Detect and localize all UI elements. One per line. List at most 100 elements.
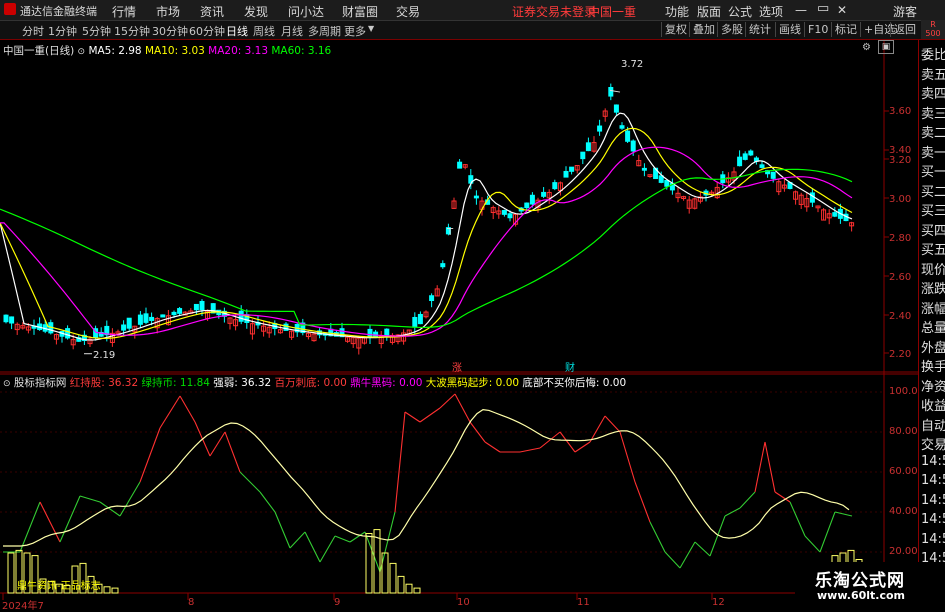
strength-line (709, 515, 726, 557)
period-1min[interactable]: 1分钟 (48, 23, 77, 39)
login-status[interactable]: 证券交易未登录 (512, 3, 596, 20)
period-30min[interactable]: 30分钟 (152, 23, 188, 39)
side-panel-item[interactable]: 净资 (921, 376, 945, 395)
period-multi[interactable]: 多周期 (308, 23, 341, 39)
side-panel-item[interactable]: 14:56 (921, 512, 945, 527)
histogram-bar (373, 529, 381, 594)
x-axis-label: 9 (334, 597, 341, 608)
period-60min[interactable]: 60分钟 (189, 23, 225, 39)
settings-icon[interactable]: ⚙ (862, 42, 871, 53)
guest-label[interactable]: 游客 (893, 3, 917, 20)
strength-line (119, 481, 141, 517)
candle-body (507, 213, 513, 219)
indicator-icon[interactable]: ⊙ (3, 379, 11, 389)
period-more[interactable]: 更多 (344, 23, 366, 39)
side-panel-item[interactable]: 卖二 (921, 122, 945, 141)
period-15min[interactable]: 15分钟 (114, 23, 150, 39)
period-5min[interactable]: 5分钟 (82, 23, 111, 39)
side-panel-item[interactable]: 14:56 (921, 473, 945, 488)
close-icon[interactable]: ✕ (837, 3, 847, 17)
histogram-bar (389, 562, 397, 594)
finance-marker[interactable]: 财 (565, 359, 575, 374)
overlay-button[interactable]: 叠加 (689, 22, 718, 37)
menu-trade[interactable]: 交易 (396, 3, 420, 20)
candle-body (569, 166, 575, 172)
side-panel-item[interactable]: 交易 (921, 434, 945, 453)
side-panel-item[interactable]: 买三 (921, 200, 945, 219)
candle-body (759, 164, 765, 168)
stats-button[interactable]: 统计 (745, 22, 774, 37)
strength-line (454, 393, 471, 423)
indicator-red-hold: 红持股: 36.32 (69, 377, 139, 389)
kline-chart[interactable] (0, 40, 918, 609)
side-panel-item[interactable]: 买四 (921, 220, 945, 239)
mark-button[interactable]: 标记 (831, 22, 860, 37)
side-panel-item[interactable]: 买五 (921, 239, 945, 258)
menu-options[interactable]: 选项 (759, 3, 783, 20)
menu-ask[interactable]: 问小达 (288, 3, 324, 20)
strength-line (739, 491, 756, 509)
indicator-strength: 强弱: 36.32 (213, 377, 272, 389)
histogram-bar (103, 586, 111, 594)
candle-body (412, 316, 418, 328)
indicator-y-tick: 40.00 (889, 506, 918, 517)
period-daily[interactable]: 日线 (226, 23, 248, 39)
side-panel-item[interactable]: 外盘 (921, 337, 945, 356)
side-panel-item[interactable]: 换手 (921, 356, 945, 375)
menu-news[interactable]: 资讯 (200, 3, 224, 20)
candle-body (770, 171, 776, 179)
side-panel-item[interactable]: 自动 (921, 415, 945, 434)
strength-line (99, 501, 121, 517)
side-panel-item[interactable]: 涨跌 (921, 278, 945, 297)
period-monthly[interactable]: 月线 (281, 23, 303, 39)
candle-body (238, 310, 244, 322)
side-panel-item[interactable]: 买二 (921, 181, 945, 200)
side-panel-item[interactable]: 现价 (921, 259, 945, 278)
menu-wealth[interactable]: 财富圈 (342, 3, 378, 20)
strength-line (239, 471, 261, 493)
side-panel-item[interactable]: 收益 (921, 395, 945, 414)
side-panel-item[interactable]: 买一 (921, 161, 945, 180)
chevron-down-icon[interactable]: ▼ (368, 24, 374, 33)
period-tick[interactable]: 分时 (22, 23, 44, 39)
menu-discover[interactable]: 发现 (244, 3, 268, 20)
period-weekly[interactable]: 周线 (253, 23, 275, 39)
menu-layout[interactable]: 版面 (697, 3, 721, 20)
side-panel-item[interactable]: 涨幅 (921, 298, 945, 317)
side-panel-item[interactable]: 14:56 (921, 454, 945, 469)
menu-function[interactable]: 功能 (665, 3, 689, 20)
strength-line (139, 427, 161, 483)
multi-stock-button[interactable]: 多股 (717, 22, 746, 37)
minimize-icon[interactable]: — (795, 3, 807, 17)
candle-body (501, 210, 507, 215)
menu-markets[interactable]: 市场 (156, 3, 180, 20)
indicator-name[interactable]: 股标指标网 (14, 377, 67, 389)
side-panel-item[interactable]: 总量 (921, 317, 945, 336)
chevron-down-icon[interactable]: ⊙ (78, 47, 86, 57)
candle-body (177, 308, 183, 314)
menu-market[interactable]: 行情 (112, 3, 136, 20)
strength-line (319, 535, 336, 563)
back-button[interactable]: 返回 (890, 22, 919, 37)
strength-line (634, 481, 651, 523)
corner-badge[interactable]: R 500 (921, 20, 945, 39)
side-panel-item[interactable]: 卖五 (921, 64, 945, 83)
candle-body (580, 151, 586, 160)
menu-formula[interactable]: 公式 (728, 3, 752, 20)
side-panel-item[interactable]: 14:56 (921, 493, 945, 508)
restore-icon[interactable]: ▭ (817, 1, 829, 16)
draw-line-button[interactable]: 画线 (775, 22, 804, 37)
f10-button[interactable]: F10 (804, 22, 831, 37)
side-panel-item[interactable]: 卖三 (921, 103, 945, 122)
window-toggle-icon[interactable]: ▣ (878, 40, 894, 54)
side-panel-item[interactable]: 卖四 (921, 83, 945, 102)
adjust-button[interactable]: 复权 (661, 22, 690, 37)
indicator-y-tick: 80.00 (889, 426, 918, 437)
watermark-url: www.60lt.com (817, 589, 906, 602)
indicator-wave-start: 大波黑码起步: 0.00 (425, 377, 520, 389)
side-panel-item[interactable]: 卖一 (921, 142, 945, 161)
candle-body (429, 295, 435, 301)
limit-up-marker[interactable]: 涨 (452, 359, 462, 374)
side-panel-item[interactable]: 14:56 (921, 532, 945, 547)
side-panel-item[interactable]: 委比 (921, 44, 945, 63)
